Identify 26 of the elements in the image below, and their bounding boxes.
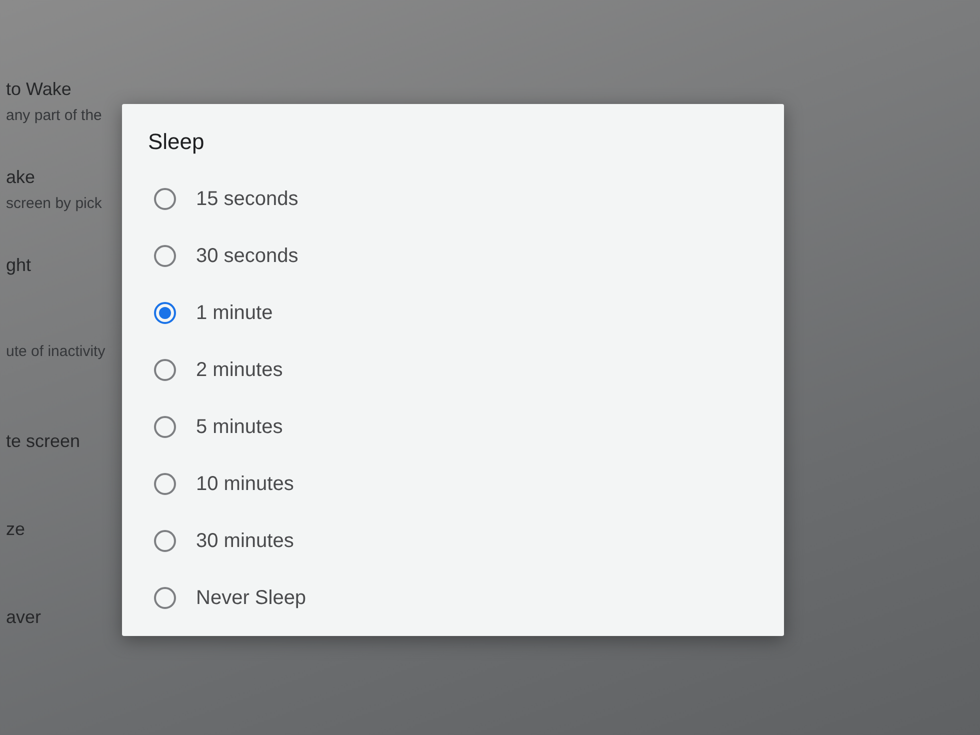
dialog-title: Sleep — [148, 128, 204, 156]
setting-title: ght — [6, 254, 32, 276]
radio-button[interactable] — [154, 302, 176, 324]
radio-option[interactable]: 30 seconds — [148, 244, 298, 268]
setting-description: ute of inactivity — [6, 342, 106, 361]
radio-option[interactable]: 5 minutes — [148, 414, 283, 438]
setting-title: ake — [6, 166, 36, 188]
setting-title: ze — [6, 518, 26, 540]
setting-title: te screen — [6, 430, 80, 452]
radio-option[interactable]: 1 minute — [148, 300, 273, 324]
radio-option[interactable]: Never Sleep — [148, 586, 306, 610]
radio-button[interactable] — [154, 188, 176, 210]
setting-description: any part of the — [6, 106, 102, 125]
radio-option[interactable]: 30 minutes — [148, 528, 294, 552]
radio-option[interactable]: 2 minutes — [148, 358, 283, 382]
radio-button[interactable] — [154, 244, 176, 266]
setting-description: screen by pick — [6, 194, 102, 213]
setting-title: to Wake — [6, 78, 72, 100]
radio-option[interactable]: 15 seconds — [148, 186, 298, 210]
radio-button[interactable] — [154, 530, 176, 552]
radio-option[interactable]: 10 minutes — [148, 472, 294, 496]
radio-button[interactable] — [154, 416, 176, 438]
radio-button[interactable] — [154, 472, 176, 494]
radio-button[interactable] — [154, 586, 176, 608]
setting-title: aver — [6, 606, 42, 628]
radio-button[interactable] — [154, 358, 176, 380]
